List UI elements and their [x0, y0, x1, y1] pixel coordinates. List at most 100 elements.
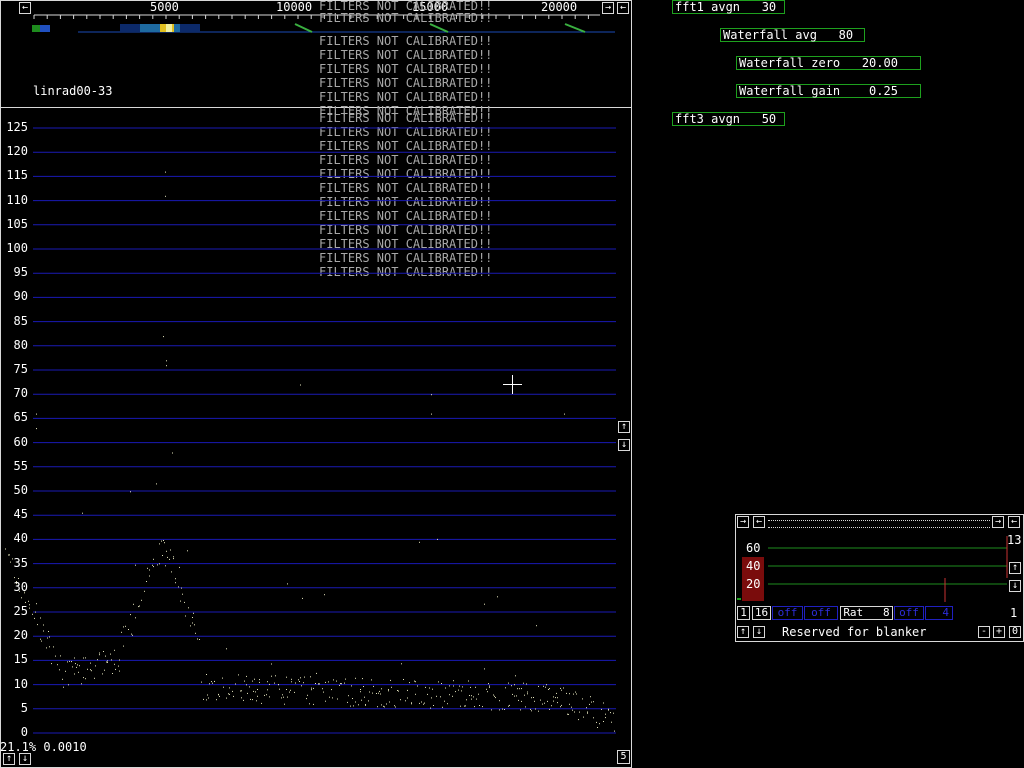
level-up-button[interactable]: ↑	[618, 421, 630, 433]
blanker-right-button-2[interactable]: →	[992, 516, 1004, 528]
spectrum-point	[190, 625, 191, 627]
y-axis-label: 110	[6, 192, 28, 207]
spectrum-point	[222, 677, 223, 679]
spectrum-point	[40, 638, 41, 640]
spectrum-point	[587, 711, 588, 713]
blanker-mode-16-button[interactable]: 16	[752, 606, 771, 620]
blanker-minus-button[interactable]: -	[978, 626, 990, 638]
spectrum-point	[362, 678, 363, 680]
spectrum-point	[159, 563, 160, 565]
spectrum-point	[384, 706, 385, 708]
spectrum-point	[246, 684, 247, 686]
spectrum-point	[449, 685, 450, 687]
blanker-up-button[interactable]: ↑	[1009, 562, 1021, 574]
spectrum-point	[79, 665, 80, 667]
spectrum-point	[430, 707, 431, 709]
blanker-side-value: 13	[1007, 533, 1022, 547]
spectrum-point	[419, 702, 420, 704]
spectrum-point	[41, 640, 42, 642]
spectrum-point	[294, 691, 295, 693]
y-axis-label: 50	[13, 483, 28, 497]
spectrum-point	[388, 690, 389, 692]
blanker-row-down-button[interactable]: ↓	[753, 626, 765, 638]
waterfall-avg-control[interactable]: Waterfall avg 80	[720, 28, 865, 42]
spectrum-point	[55, 655, 56, 657]
blanker-down-button[interactable]: ↓	[1009, 580, 1021, 592]
y-axis-label: 85	[13, 313, 28, 328]
waterfall-zero-control[interactable]: Waterfall zero 20.00	[736, 56, 921, 70]
blanker-row-up-button[interactable]: ↑	[737, 626, 749, 638]
blanker-off3-button[interactable]: off	[894, 606, 924, 620]
spectrum-point	[365, 704, 366, 706]
spectrum-point	[325, 700, 326, 702]
spectrum-point	[240, 690, 241, 692]
spectrum-point	[85, 678, 86, 680]
spectrum-point	[563, 687, 564, 689]
spectrum-point	[110, 653, 111, 655]
spectrum-point	[549, 708, 550, 710]
spectrum-point	[449, 694, 450, 696]
spectrum-point	[167, 556, 168, 558]
blanker-left-button-2[interactable]: ←	[1008, 516, 1020, 528]
spectrum-point	[63, 686, 64, 688]
spectrum-point	[509, 704, 510, 706]
blanker-mode-1-button[interactable]: 1	[737, 606, 750, 620]
spectrum-point	[569, 693, 570, 695]
fft1-avgn-control[interactable]: fft1 avgn 30	[672, 0, 785, 14]
spectrum-point	[560, 687, 561, 689]
blanker-zero-button[interactable]: 0	[1009, 626, 1021, 638]
spectrum-point	[512, 693, 513, 695]
spectrum-point	[523, 682, 524, 684]
blanker-right-button[interactable]: →	[737, 516, 749, 528]
spectrum-point	[278, 684, 279, 685]
spectrum-point	[275, 675, 276, 677]
spectrum-point	[372, 692, 373, 694]
spectrum-point	[504, 709, 505, 710]
level-down-button[interactable]: ↓	[618, 439, 630, 451]
blanker-scrollbar-track[interactable]	[768, 520, 990, 528]
blanker-rat-control[interactable]: Rat 8	[840, 606, 893, 620]
spectrum-point	[461, 690, 462, 692]
fft3-avgn-control[interactable]: fft3 avgn 50	[672, 112, 785, 126]
spectrum-point	[269, 683, 270, 685]
spectrum-point	[76, 666, 77, 668]
spectrum-point	[527, 691, 528, 693]
y-axis-label: 60	[13, 434, 28, 449]
blanker-left-button[interactable]: ←	[753, 516, 765, 528]
spectrum-point	[286, 676, 287, 678]
blanker-off1-button[interactable]: off	[772, 606, 803, 620]
spectrum-point	[112, 673, 113, 674]
spectrum-point	[238, 674, 239, 676]
spectrum-point	[171, 571, 172, 573]
spectrum-point	[206, 699, 207, 701]
spectrum-point	[257, 695, 258, 697]
spectrum-point	[391, 686, 392, 688]
spectrum-point	[34, 617, 35, 619]
spectrum-point	[377, 706, 378, 708]
filter-warning-line: FILTERS NOT CALIBRATED!!	[319, 62, 493, 76]
spectrum-point	[106, 661, 107, 663]
waterfall-gain-control[interactable]: Waterfall gain 0.25	[736, 84, 921, 98]
spectrum-point	[90, 662, 91, 664]
spectrum-point	[442, 706, 443, 708]
gain-up-button[interactable]: ↑	[3, 753, 15, 765]
blanker-plus-button[interactable]: +	[993, 626, 1005, 638]
spectrum-point	[99, 652, 100, 654]
corner-value-box[interactable]: 5	[617, 750, 630, 764]
y-axis-label: 115	[6, 168, 28, 183]
spectrum-point	[318, 683, 319, 685]
spectrum-point	[452, 695, 453, 697]
gain-down-button[interactable]: ↓	[19, 753, 31, 765]
spectrum-point	[458, 689, 459, 691]
spectrum-point	[118, 665, 119, 667]
spectrum-point	[535, 708, 536, 710]
blanker-off2-button[interactable]: off	[804, 606, 838, 620]
spectrum-point	[9, 554, 10, 556]
spectrum-point	[119, 670, 120, 672]
spectrum-point	[403, 679, 404, 680]
spectrum-point	[471, 698, 472, 700]
spectrum-point	[516, 695, 517, 697]
spectrum-point	[431, 394, 432, 396]
blanker-num-control[interactable]: 4	[925, 606, 953, 620]
spectrum-point	[302, 597, 303, 599]
